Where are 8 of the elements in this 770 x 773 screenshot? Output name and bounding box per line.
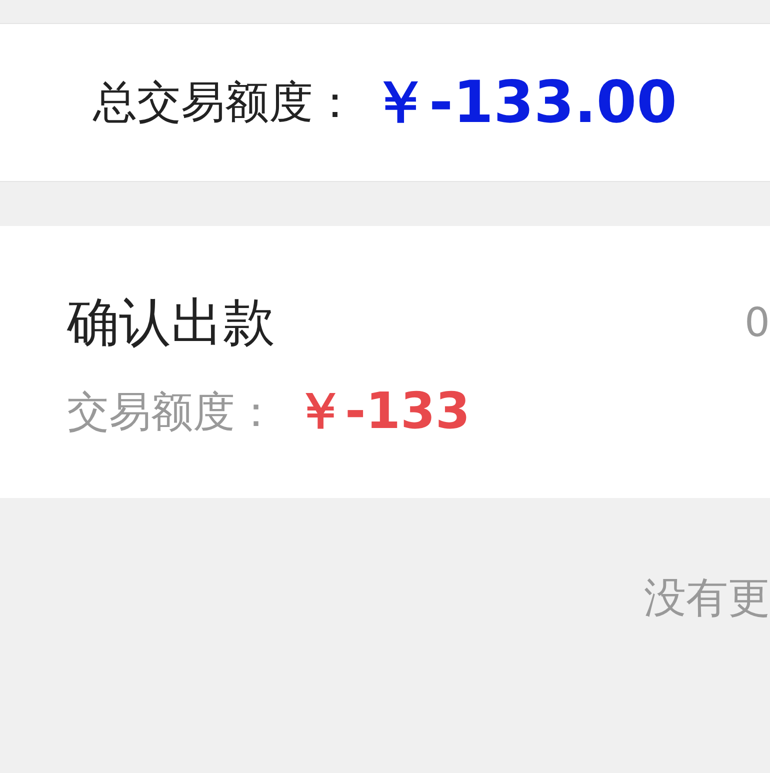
amount-label: 交易额度：: [67, 386, 277, 438]
total-amount: ￥-133.00: [371, 66, 677, 138]
record-time: 0: [744, 300, 770, 346]
record-amount: ￥-133: [295, 381, 470, 442]
total-label: 总交易额度：: [93, 76, 358, 130]
record-title: 确认出款: [67, 292, 275, 355]
record-card[interactable]: 确认出款 0 交易额度： ￥-133: [0, 226, 770, 498]
no-more-text: 没有更: [644, 572, 770, 624]
